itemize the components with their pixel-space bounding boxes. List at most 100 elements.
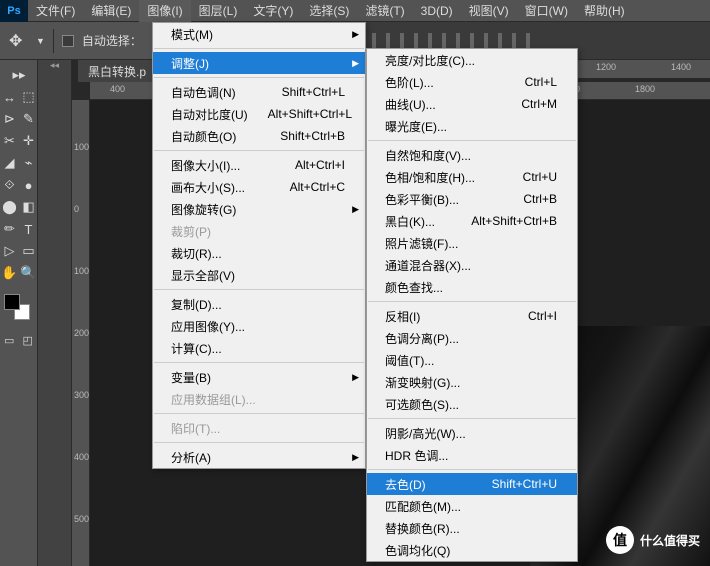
menu-separator	[368, 140, 576, 141]
menu-item-10[interactable]: 图像旋转(G)▶	[153, 198, 365, 220]
ruler-h-tick: 1800	[635, 84, 655, 94]
tool-2[interactable]: ⊳	[0, 108, 19, 130]
dropdown-icon[interactable]: ▼	[36, 36, 45, 46]
menu-item-label: 模式(M)	[171, 26, 345, 43]
submenu-arrow-icon: ▶	[352, 58, 359, 69]
menu-item-13[interactable]: 显示全部(V)	[153, 264, 365, 286]
menu-item-25[interactable]: 色调均化(Q)	[367, 539, 577, 561]
tool-11[interactable]: ◧	[19, 196, 38, 218]
menu-item-label: 应用图像(Y)...	[171, 318, 345, 335]
menu-item-label: 自动对比度(U)	[171, 106, 248, 123]
menu-item-label: 变量(B)	[171, 369, 345, 386]
menu-6[interactable]: 滤镜(T)	[357, 0, 412, 22]
menu-item-2[interactable]: 曲线(U)...Ctrl+M	[367, 93, 577, 115]
menu-item-0[interactable]: 亮度/对比度(C)...	[367, 49, 577, 71]
tool-12[interactable]: ✏	[0, 218, 19, 240]
menu-item-15[interactable]: 阈值(T)...	[367, 349, 577, 371]
menu-item-16[interactable]: 应用图像(Y)...	[153, 315, 365, 337]
menu-item-5[interactable]: 自然饱和度(V)...	[367, 144, 577, 166]
menu-item-1[interactable]: 色阶(L)...Ctrl+L	[367, 71, 577, 93]
tool-8[interactable]: ⟐	[0, 174, 19, 196]
tool-7[interactable]: ⌁	[19, 152, 38, 174]
menu-7[interactable]: 3D(D)	[413, 0, 461, 22]
toolbox-collapse[interactable]: ▸▸	[0, 64, 38, 86]
menu-separator	[368, 469, 576, 470]
menu-9[interactable]: 窗口(W)	[517, 0, 576, 22]
move-tool-icon[interactable]	[8, 32, 26, 50]
tool-15[interactable]: ▭	[19, 240, 38, 262]
menu-0[interactable]: 文件(F)	[28, 0, 83, 22]
menu-item-6[interactable]: 色相/饱和度(H)...Ctrl+U	[367, 166, 577, 188]
menu-item-24[interactable]: 替换颜色(R)...	[367, 517, 577, 539]
tool-3[interactable]: ✎	[19, 108, 38, 130]
menu-item-24[interactable]: 分析(A)▶	[153, 446, 365, 468]
menu-item-19[interactable]: 变量(B)▶	[153, 366, 365, 388]
menu-item-11[interactable]: 颜色查找...	[367, 276, 577, 298]
tool-13[interactable]: T	[19, 218, 38, 240]
menu-separator	[154, 362, 364, 363]
menu-item-20: 应用数据组(L)...	[153, 388, 365, 410]
document-tab[interactable]: 黑白转换.p	[78, 60, 156, 82]
autoselect-checkbox[interactable]	[62, 35, 74, 47]
menu-shortcut: Ctrl+U	[523, 170, 557, 184]
menu-item-13[interactable]: 反相(I)Ctrl+I	[367, 305, 577, 327]
menu-3[interactable]: 图层(L)	[191, 0, 246, 22]
menu-item-label: 色阶(L)...	[385, 74, 505, 91]
tool-16[interactable]: ✋	[0, 262, 19, 284]
tool-1[interactable]: ⬚	[19, 86, 38, 108]
menu-item-14[interactable]: 色调分离(P)...	[367, 327, 577, 349]
menu-item-12[interactable]: 裁切(R)...	[153, 242, 365, 264]
menu-shortcut: Alt+Ctrl+C	[290, 180, 345, 194]
menu-item-3[interactable]: 曝光度(E)...	[367, 115, 577, 137]
menu-item-label: 色调分离(P)...	[385, 330, 557, 347]
foreground-swatch[interactable]	[4, 294, 20, 310]
menu-item-9[interactable]: 画布大小(S)...Alt+Ctrl+C	[153, 176, 365, 198]
menu-item-20[interactable]: HDR 色调...	[367, 444, 577, 466]
submenu-arrow-icon: ▶	[352, 29, 359, 40]
quickmask-icon[interactable]: ▭	[0, 332, 19, 348]
left-panel-tabs: ◂◂	[38, 60, 72, 566]
tool-5[interactable]: ✛	[19, 130, 38, 152]
tool-0[interactable]: ↔	[0, 86, 19, 108]
menu-item-22[interactable]: 去色(D)Shift+Ctrl+U	[367, 473, 577, 495]
tool-10[interactable]: ⬤	[0, 196, 19, 218]
menu-item-9[interactable]: 照片滤镜(F)...	[367, 232, 577, 254]
menu-8[interactable]: 视图(V)	[461, 0, 517, 22]
tool-6[interactable]: ◢	[0, 152, 19, 174]
tool-9[interactable]: ●	[19, 174, 38, 196]
menu-item-7[interactable]: 色彩平衡(B)...Ctrl+B	[367, 188, 577, 210]
menu-item-label: 通道混合器(X)...	[385, 257, 557, 274]
menu-item-label: 曲线(U)...	[385, 96, 501, 113]
menu-item-6[interactable]: 自动颜色(O)Shift+Ctrl+B	[153, 125, 365, 147]
menu-item-15[interactable]: 复制(D)...	[153, 293, 365, 315]
menu-item-17[interactable]: 可选颜色(S)...	[367, 393, 577, 415]
watermark-text: 什么值得买	[640, 532, 700, 549]
menu-shortcut: Ctrl+B	[523, 192, 557, 206]
menu-2[interactable]: 图像(I)	[139, 0, 190, 22]
menu-item-8[interactable]: 图像大小(I)...Alt+Ctrl+I	[153, 154, 365, 176]
panel-collapse[interactable]: ◂◂	[38, 60, 71, 74]
menu-item-17[interactable]: 计算(C)...	[153, 337, 365, 359]
menu-item-label: 照片滤镜(F)...	[385, 235, 557, 252]
menu-separator	[154, 48, 364, 49]
tool-14[interactable]: ▷	[0, 240, 19, 262]
color-swatches[interactable]	[0, 292, 38, 324]
menu-5[interactable]: 选择(S)	[301, 0, 357, 22]
menu-1[interactable]: 编辑(E)	[83, 0, 139, 22]
menu-4[interactable]: 文字(Y)	[245, 0, 301, 22]
screenmode-icon[interactable]: ◰	[19, 332, 38, 348]
menu-item-23[interactable]: 匹配颜色(M)...	[367, 495, 577, 517]
menu-item-16[interactable]: 渐变映射(G)...	[367, 371, 577, 393]
ruler-v-tick: 400	[74, 452, 89, 462]
menu-10[interactable]: 帮助(H)	[576, 0, 633, 22]
menu-item-2[interactable]: 调整(J)▶	[153, 52, 365, 74]
tool-4[interactable]: ✂	[0, 130, 19, 152]
menu-item-8[interactable]: 黑白(K)...Alt+Shift+Ctrl+B	[367, 210, 577, 232]
menu-item-19[interactable]: 阴影/高光(W)...	[367, 422, 577, 444]
tool-17[interactable]: 🔍	[19, 262, 38, 284]
menu-item-10[interactable]: 通道混合器(X)...	[367, 254, 577, 276]
menu-item-label: 图像大小(I)...	[171, 157, 275, 174]
menu-item-4[interactable]: 自动色调(N)Shift+Ctrl+L	[153, 81, 365, 103]
menu-item-0[interactable]: 模式(M) ▶	[153, 23, 365, 45]
menu-item-5[interactable]: 自动对比度(U)Alt+Shift+Ctrl+L	[153, 103, 365, 125]
